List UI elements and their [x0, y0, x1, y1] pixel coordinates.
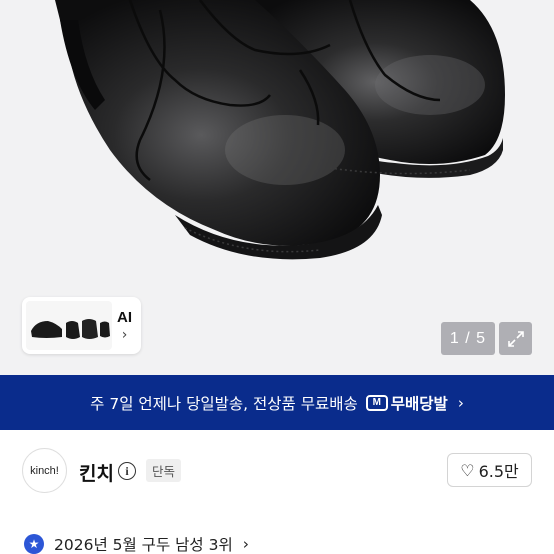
image-counter: 1 / 5	[441, 322, 495, 355]
ai-thumbnail	[26, 301, 112, 350]
chevron-right-icon: ›	[457, 393, 464, 412]
info-icon[interactable]: i	[118, 462, 136, 480]
delivery-brand-name: 무배당발	[390, 394, 448, 413]
seller-avatar[interactable]: kinch!	[22, 448, 67, 493]
like-button[interactable]: ♡ 6.5만	[447, 453, 532, 487]
heart-icon: ♡	[460, 460, 475, 480]
expand-icon	[507, 330, 524, 347]
chevron-right-icon: ›	[121, 327, 128, 343]
ranking-badge-icon: ★	[24, 534, 44, 554]
delivery-truck-icon: M	[365, 394, 388, 411]
exclusive-badge: 단독	[146, 459, 182, 482]
seller-name[interactable]: 킨치	[79, 459, 114, 486]
expand-button[interactable]	[499, 322, 532, 355]
ai-label: AI	[117, 309, 132, 326]
delivery-brand: M 무배당발	[365, 392, 448, 414]
banner-text: 주 7일 언제나 당일발송, 전상품 무료배송	[90, 394, 358, 413]
shipping-banner[interactable]: 주 7일 언제나 당일발송, 전상품 무료배송 M 무배당발 ›	[0, 375, 554, 430]
shoe-thumbnail-icon	[31, 319, 110, 339]
ranking-text: 2026년 5월 구두 남성 3위	[54, 536, 233, 554]
ranking-link[interactable]: ★ 2026년 5월 구두 남성 3위 ›	[24, 533, 249, 554]
chevron-right-icon: ›	[242, 535, 249, 553]
seller-row: kinch! 킨치 i 단독 ♡ 6.5만	[0, 430, 554, 510]
product-image-gallery[interactable]: AI › 1 / 5	[0, 0, 554, 375]
like-count: 6.5만	[478, 462, 519, 481]
ai-style-card[interactable]: AI ›	[22, 297, 141, 354]
